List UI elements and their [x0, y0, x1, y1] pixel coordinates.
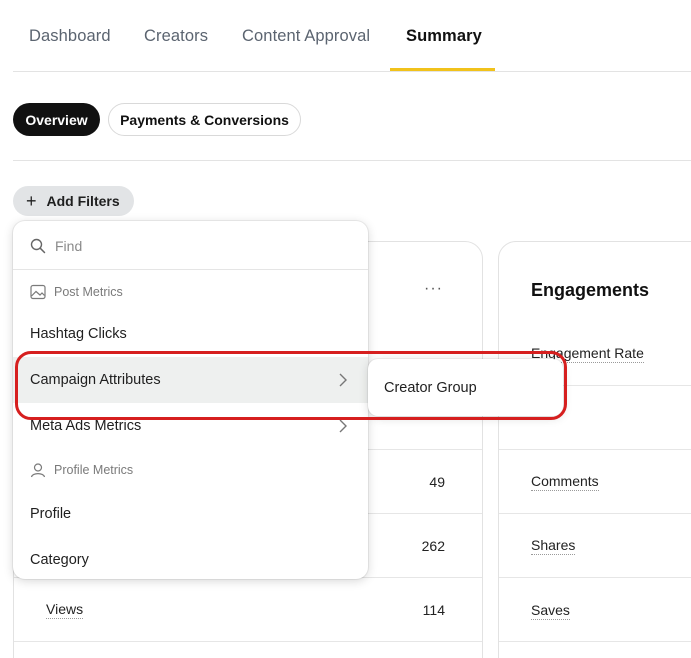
image-icon: [30, 284, 46, 300]
tab-dashboard[interactable]: Dashboard: [29, 27, 111, 46]
profile-label: Profile: [30, 506, 72, 522]
comments-label[interactable]: Comments: [531, 473, 599, 491]
row-divider: [499, 449, 691, 450]
profile-metrics-label: Profile Metrics: [54, 463, 134, 477]
engagements-title: Engagements: [531, 280, 650, 300]
tab-content-approval[interactable]: Content Approval: [242, 27, 370, 46]
profile-metrics-header: Profile Metrics: [30, 462, 133, 478]
row-divider: [14, 641, 482, 642]
saves-label[interactable]: Saves: [531, 602, 570, 620]
overview-pill[interactable]: Overview: [13, 103, 100, 136]
person-icon: [30, 463, 46, 478]
filter-search-input[interactable]: [55, 235, 345, 257]
hashtag-clicks-label: Hashtag Clicks: [30, 326, 127, 342]
add-filters-button[interactable]: + Add Filters: [13, 186, 134, 216]
payments-conversions-pill[interactable]: Payments & Conversions: [108, 103, 301, 136]
metric-value: 49: [429, 474, 445, 490]
chevron-right-icon: [339, 419, 347, 433]
meta-ads-metrics-label: Meta Ads Metrics: [30, 418, 142, 434]
post-metrics-label: Post Metrics: [54, 285, 123, 299]
row-divider: [499, 577, 691, 578]
row-divider: [499, 513, 691, 514]
category-label: Category: [30, 552, 89, 568]
section-divider: [13, 160, 691, 161]
filter-search-row: [13, 221, 368, 270]
post-metrics-header: Post Metrics: [30, 284, 123, 300]
highlight-box: [15, 351, 567, 420]
views-label[interactable]: Views: [46, 601, 84, 619]
add-filters-label: Add Filters: [46, 193, 120, 209]
row-divider: [499, 641, 691, 642]
filter-item-profile[interactable]: Profile: [13, 491, 368, 537]
nav-divider: [13, 71, 691, 72]
plus-icon: +: [26, 191, 37, 211]
top-nav: Dashboard Creators Content Approval Summ…: [0, 0, 691, 72]
views-value: 114: [422, 602, 445, 618]
filter-item-category[interactable]: Category: [13, 537, 368, 579]
search-icon: [30, 238, 46, 254]
metric-value: 262: [421, 538, 445, 554]
tab-creators[interactable]: Creators: [144, 27, 208, 46]
shares-label[interactable]: Shares: [531, 537, 576, 555]
tab-summary[interactable]: Summary: [406, 27, 482, 46]
more-options-icon[interactable]: ···: [424, 280, 443, 298]
